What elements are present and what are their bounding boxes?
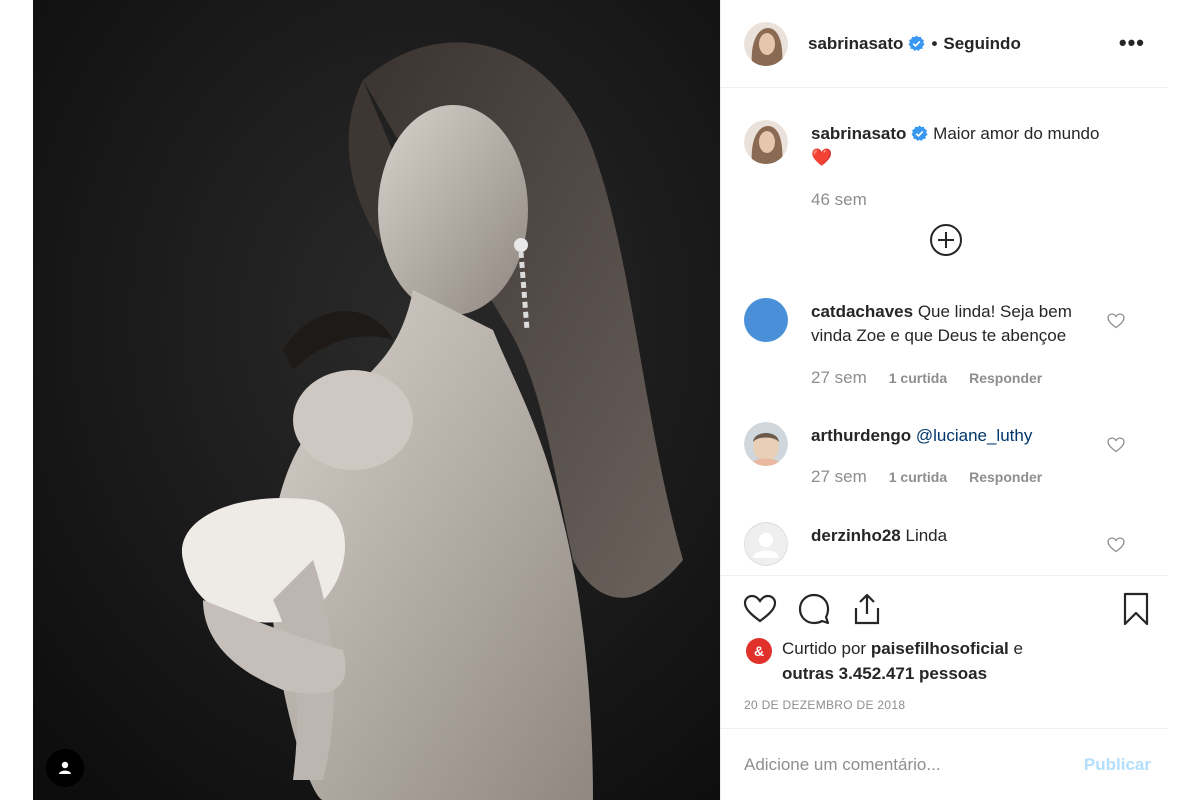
comments-list[interactable]: sabrinasato Maior amor do mundo ❤️ 46 se… — [721, 88, 1167, 575]
comment-avatar[interactable] — [744, 522, 788, 566]
user-icon — [59, 761, 71, 774]
comment-avatar[interactable] — [744, 422, 788, 466]
comment-row: arthurdengo @luciane_luthy 27 sem 1 curt… — [744, 422, 1147, 512]
heart-emoji: ❤️ — [811, 148, 833, 167]
caption-username[interactable]: sabrinasato — [811, 124, 906, 143]
publish-button[interactable]: Publicar — [1084, 755, 1151, 775]
post-date[interactable]: 20 DE DEZEMBRO DE 2018 — [744, 698, 905, 712]
author-username[interactable]: sabrinasato — [808, 34, 903, 54]
post-media[interactable] — [33, 0, 720, 800]
reply-button[interactable]: Responder — [969, 469, 1042, 485]
reply-button[interactable]: Responder — [969, 370, 1042, 386]
comment-username[interactable]: catdachaves — [811, 302, 913, 321]
more-options-icon[interactable]: ••• — [1119, 30, 1145, 56]
comment-row: derzinho28 Linda — [744, 522, 1147, 575]
caption-time[interactable]: 46 sem — [811, 190, 867, 210]
separator-dot: • — [931, 33, 938, 53]
comment-input[interactable] — [744, 754, 1084, 775]
comment-likes[interactable]: 1 curtida — [889, 469, 947, 485]
follow-status-button[interactable]: Seguindo — [943, 34, 1020, 54]
verified-badge-icon — [908, 35, 925, 52]
comment-time[interactable]: 27 sem — [811, 368, 867, 388]
comment-like-heart-icon[interactable] — [1107, 536, 1125, 554]
comment-text: Linda — [905, 526, 948, 545]
post-panel: sabrinasato • Seguindo ••• sabrinasato M… — [720, 0, 1167, 800]
avatar-image — [744, 120, 788, 164]
author-avatar[interactable] — [744, 21, 788, 66]
liker-avatar[interactable]: & — [746, 638, 772, 664]
avatar-image — [744, 21, 788, 66]
verified-badge-icon — [911, 125, 928, 142]
comment-avatar[interactable] — [744, 298, 788, 342]
caption-row: sabrinasato Maior amor do mundo ❤️ 46 se… — [744, 120, 1147, 240]
load-more-comments-icon[interactable] — [929, 223, 963, 257]
comment-mention-link[interactable]: @luciane_luthy — [916, 426, 1033, 445]
caption-text: Maior amor do mundo — [933, 124, 1100, 143]
like-heart-icon[interactable] — [743, 592, 777, 626]
default-avatar-icon — [744, 522, 788, 566]
comment-row: catdachaves Que linda! Seja bem vinda Zo… — [744, 298, 1147, 398]
comment-like-heart-icon[interactable] — [1107, 436, 1125, 454]
comment-username[interactable]: derzinho28 — [811, 526, 901, 545]
share-icon[interactable] — [850, 592, 884, 626]
comment-username[interactable]: arthurdengo — [811, 426, 911, 445]
save-bookmark-icon[interactable] — [1119, 592, 1153, 626]
caption-avatar[interactable] — [744, 120, 788, 164]
likes-prefix: Curtido por — [782, 639, 867, 658]
avatar-image — [744, 422, 788, 466]
comment-like-heart-icon[interactable] — [1107, 312, 1125, 330]
post-photo — [33, 0, 720, 800]
comment-time[interactable]: 27 sem — [811, 467, 867, 487]
likes-conj: e — [1013, 639, 1023, 658]
comment-bubble-icon[interactable] — [797, 592, 831, 626]
post-header: sabrinasato • Seguindo ••• — [721, 0, 1167, 88]
post-actions: & Curtido por paisefilhosoficial e outra… — [721, 575, 1167, 728]
comment-composer: Publicar — [721, 728, 1167, 800]
likes-summary: & Curtido por paisefilhosoficial e outra… — [746, 636, 1023, 686]
tagged-users-button[interactable] — [46, 749, 84, 787]
likes-others-link[interactable]: outras 3.452.471 pessoas — [782, 664, 987, 683]
comment-likes[interactable]: 1 curtida — [889, 370, 947, 386]
liker-username[interactable]: paisefilhosoficial — [871, 639, 1009, 658]
